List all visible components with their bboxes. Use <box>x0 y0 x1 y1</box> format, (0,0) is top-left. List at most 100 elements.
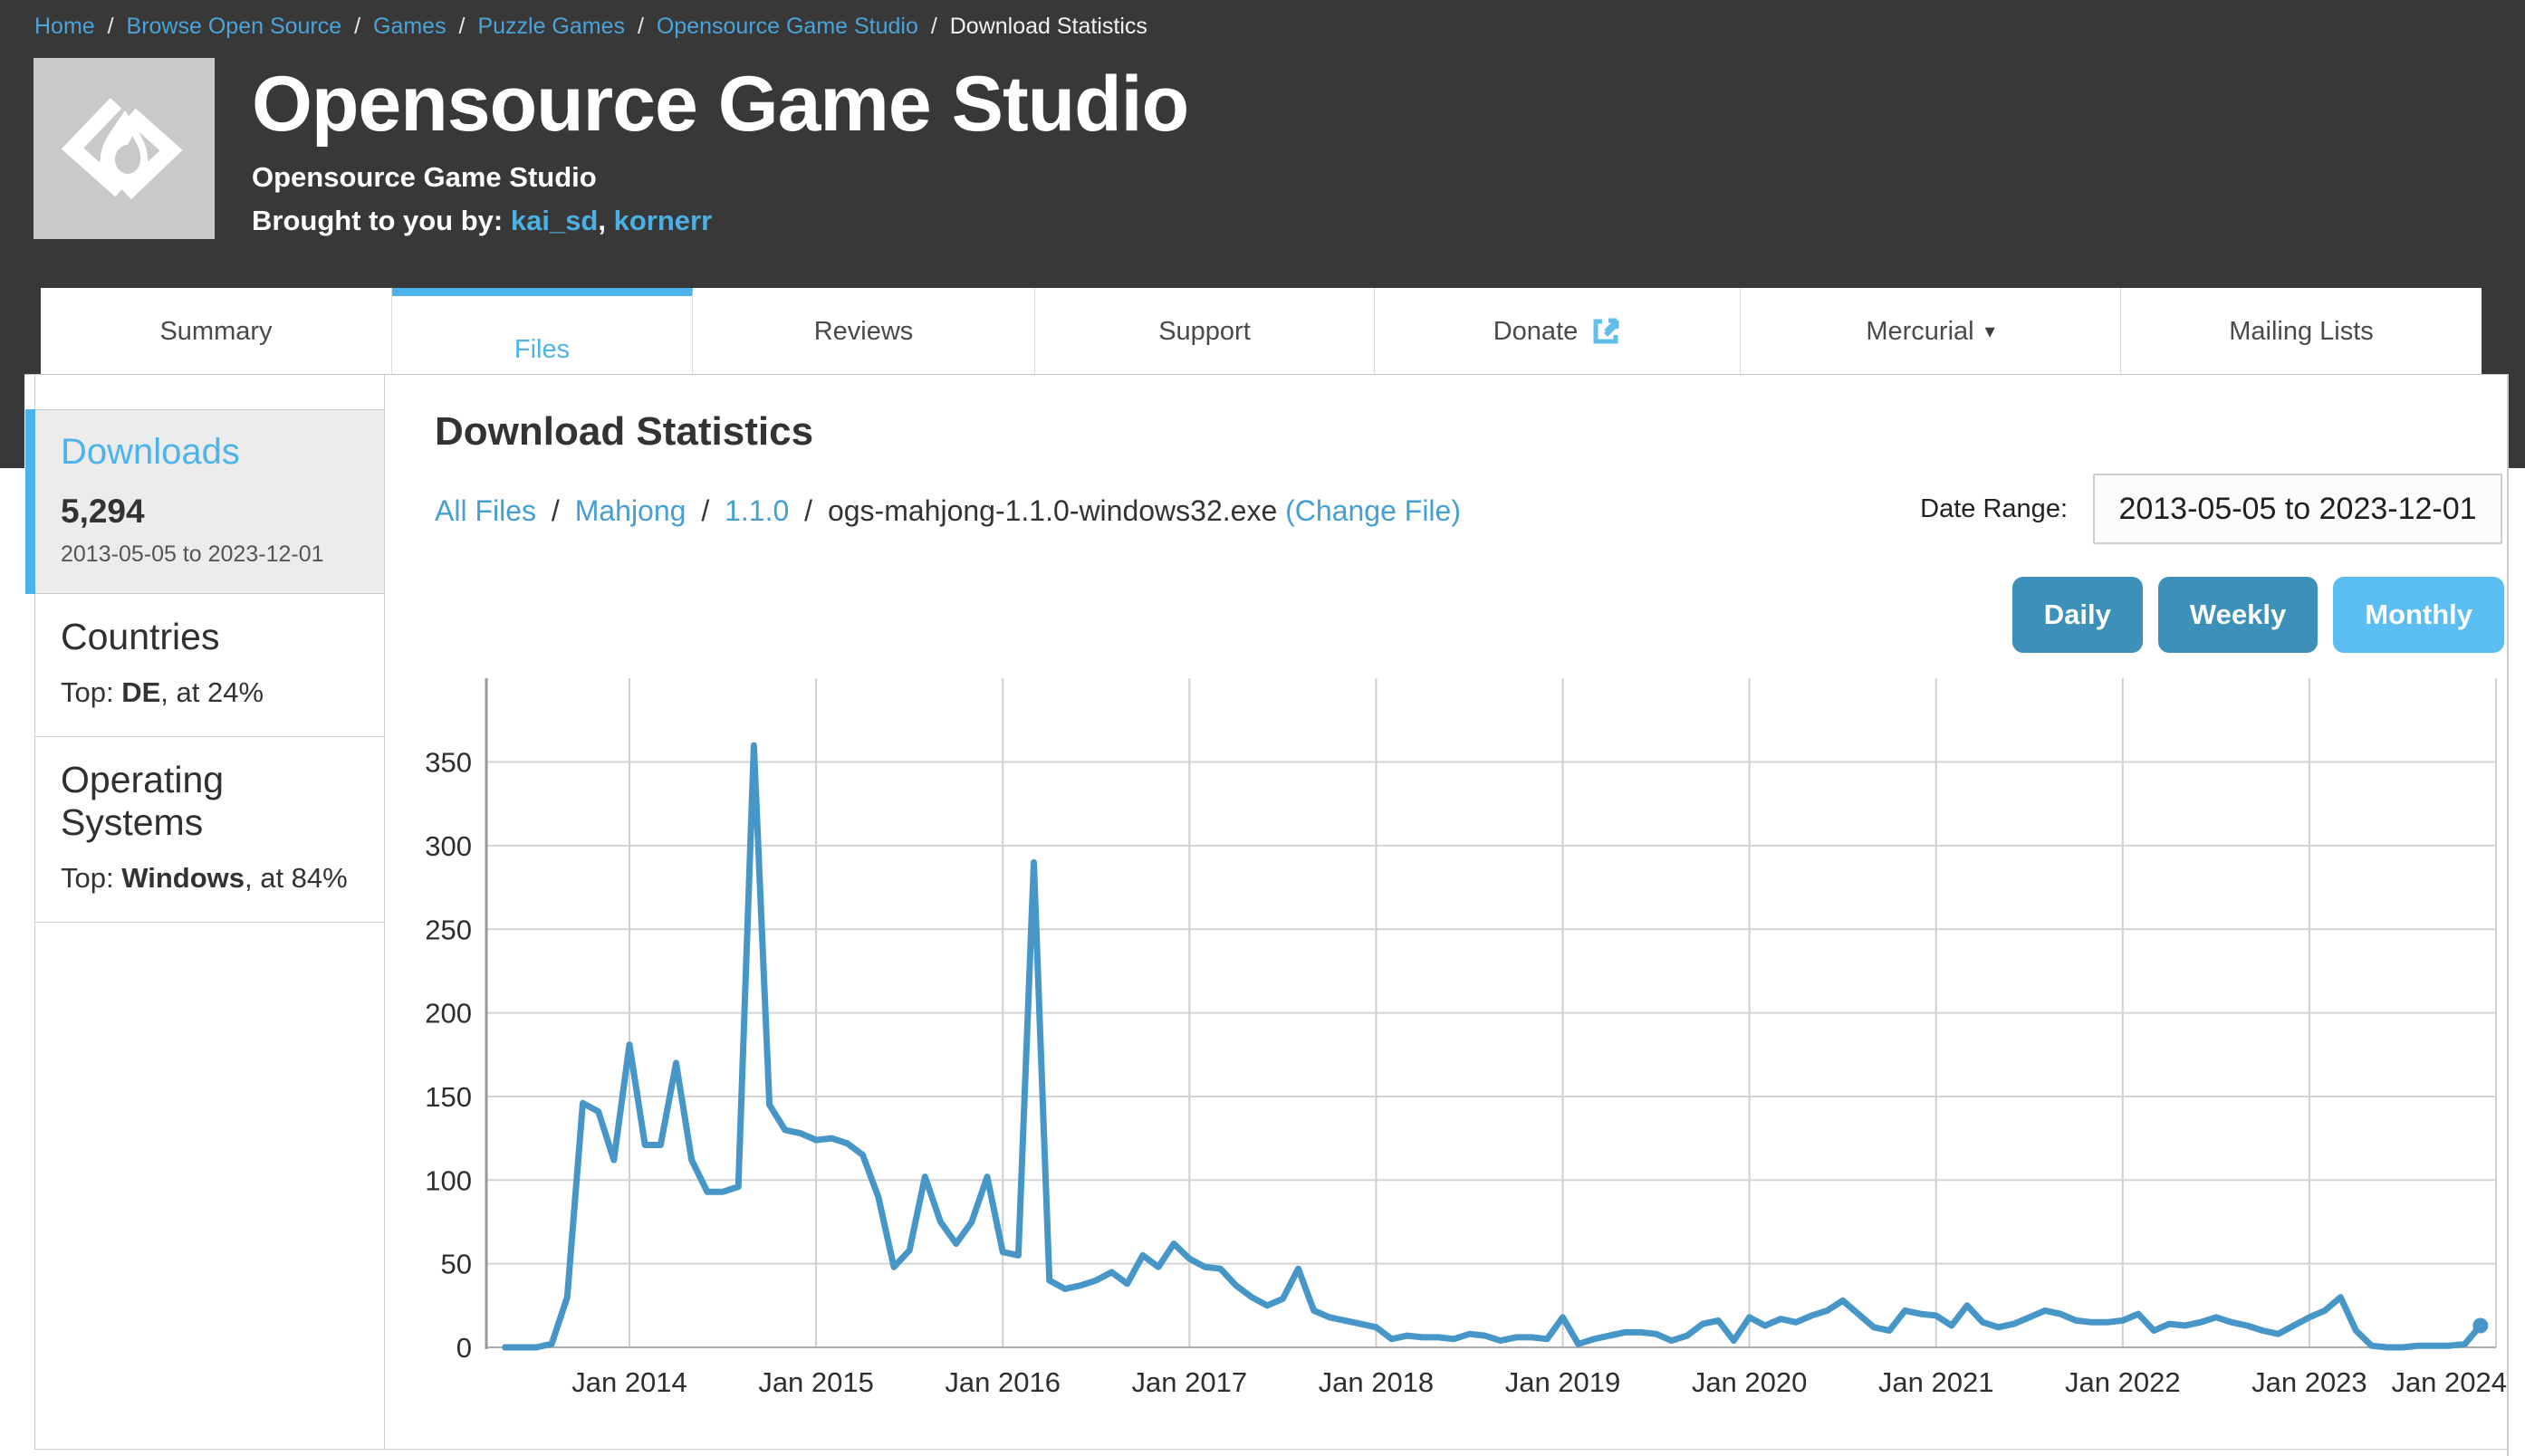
date-range-label: Date Range: <box>1920 494 2068 524</box>
svg-text:Jan 2019: Jan 2019 <box>1505 1366 1621 1398</box>
downloads-chart: 050100150200250300350Jan 2014Jan 2015Jan… <box>417 675 2509 1413</box>
external-link-icon <box>1590 316 1621 347</box>
y-axis-labels: 0 50 100 150 200 250 300 350 <box>425 747 472 1364</box>
tab-label: Mercurial <box>1866 317 1973 347</box>
tab-label: Donate <box>1493 317 1579 347</box>
svg-text:250: 250 <box>425 914 472 945</box>
period-buttons: DailyWeeklyMonthly <box>2012 577 2504 653</box>
date-range-input[interactable] <box>2093 474 2502 544</box>
stats-sidebar: Downloads 5,294 2013-05-05 to 2023-12-01… <box>34 375 385 1450</box>
svg-text:Jan 2014: Jan 2014 <box>571 1366 687 1398</box>
downloads-total: 5,294 <box>61 493 360 531</box>
project-nav-tabs: Summary Files Reviews Support Donate Mercuria… <box>41 288 2482 375</box>
file-path-current-file: ogs-mahjong-1.1.0-windows32.exe <box>828 494 1277 527</box>
file-path-link-all-files[interactable]: All Files <box>435 494 536 527</box>
file-path-separator: / <box>536 494 575 527</box>
daily-button[interactable]: Daily <box>2012 577 2143 653</box>
weekly-button[interactable]: Weekly <box>2158 577 2318 653</box>
tab-mercurial[interactable]: Mercurial ▾ <box>1741 288 2121 375</box>
tab-label: Reviews <box>814 317 914 347</box>
svg-text:Jan 2022: Jan 2022 <box>2065 1366 2181 1398</box>
tab-donate[interactable]: Donate <box>1375 288 1741 375</box>
os-top-value: Windows <box>121 862 245 894</box>
project-logo <box>34 58 215 239</box>
svg-text:350: 350 <box>425 747 472 779</box>
countries-top-suffix: , at 24% <box>160 676 264 708</box>
svg-text:150: 150 <box>425 1081 472 1113</box>
svg-text:Jan 2024: Jan 2024 <box>2391 1366 2507 1398</box>
breadcrumb-item-home[interactable]: Home <box>34 14 95 39</box>
svg-text:0: 0 <box>456 1332 472 1364</box>
svg-text:50: 50 <box>441 1249 472 1280</box>
svg-text:Jan 2015: Jan 2015 <box>758 1366 874 1398</box>
flame-brackets-logo-icon <box>34 58 215 239</box>
breadcrumb-separator: / <box>95 14 127 39</box>
sidebar-item-downloads[interactable]: Downloads 5,294 2013-05-05 to 2023-12-01 <box>35 409 384 594</box>
downloads-line-series <box>505 745 2481 1347</box>
sidebar-item-operating-systems[interactable]: Operating Systems Top: Windows, at 84% <box>35 737 384 923</box>
breadcrumb-item-puzzle-games[interactable]: Puzzle Games <box>477 14 625 39</box>
breadcrumb-separator: / <box>341 14 373 39</box>
svg-text:Jan 2020: Jan 2020 <box>1692 1366 1808 1398</box>
svg-text:300: 300 <box>425 830 472 862</box>
countries-label: Countries <box>61 616 360 658</box>
breadcrumb-separator: / <box>625 14 657 39</box>
author-separator: , <box>598 205 613 236</box>
x-axis-labels: Jan 2014 Jan 2015 Jan 2016 Jan 2017 Jan 2018… <box>571 1366 2507 1398</box>
svg-text:Jan 2017: Jan 2017 <box>1132 1366 1248 1398</box>
countries-top-prefix: Top: <box>61 676 121 708</box>
tab-label: Summary <box>159 317 272 347</box>
file-path-link-mahjong[interactable]: Mahjong <box>575 494 686 527</box>
tab-support[interactable]: Support <box>1035 288 1375 375</box>
svg-text:200: 200 <box>425 998 472 1030</box>
brought-to-you-by: Brought to you by: kai_sd, kornerr <box>252 205 712 237</box>
countries-top: Top: DE, at 24% <box>61 676 360 709</box>
breadcrumb-separator: / <box>918 14 950 39</box>
author-link-kai_sd[interactable]: kai_sd <box>511 205 599 236</box>
main-panel: Downloads 5,294 2013-05-05 to 2023-12-01… <box>24 374 2509 1456</box>
change-file-link[interactable]: (Change File) <box>1285 494 1461 527</box>
svg-text:Jan 2021: Jan 2021 <box>1878 1366 1994 1398</box>
svg-text:100: 100 <box>425 1164 472 1196</box>
last-data-point-dot <box>2472 1317 2488 1333</box>
tab-label: Mailing Lists <box>2229 317 2374 347</box>
os-label: Operating Systems <box>61 759 360 844</box>
tab-label: Files <box>514 335 570 365</box>
stats-heading: Download Statistics <box>435 409 813 455</box>
caret-down-icon: ▾ <box>1985 321 1995 341</box>
file-path-link-1-1-0[interactable]: 1.1.0 <box>725 494 789 527</box>
author-links: kai_sd, kornerr <box>511 205 712 236</box>
brought-prefix: Brought to you by: <box>252 205 503 236</box>
file-breadcrumb: All Files / Mahjong / 1.1.0 / ogs-mahjon… <box>435 494 1461 528</box>
author-link-kornerr[interactable]: kornerr <box>614 205 713 236</box>
downloads-date-range: 2013-05-05 to 2023-12-01 <box>61 541 360 568</box>
breadcrumb-item-opensource-game-studio[interactable]: Opensource Game Studio <box>657 14 918 39</box>
y-gridlines <box>486 762 2496 1347</box>
os-top-suffix: , at 84% <box>245 862 348 894</box>
downloads-line-group <box>505 745 2489 1347</box>
tab-mailing-lists[interactable]: Mailing Lists <box>2121 288 2482 375</box>
tab-summary[interactable]: Summary <box>41 288 392 375</box>
tab-label: Support <box>1158 317 1251 347</box>
downloads-label: Downloads <box>61 432 360 473</box>
sidebar-item-countries[interactable]: Countries Top: DE, at 24% <box>35 594 384 737</box>
countries-top-value: DE <box>121 676 160 708</box>
svg-text:Jan 2018: Jan 2018 <box>1319 1366 1435 1398</box>
breadcrumb-item-browse-open-source[interactable]: Browse Open Source <box>127 14 342 39</box>
panel-bottom-rule <box>34 1449 2507 1450</box>
breadcrumb-separator: / <box>446 14 478 39</box>
os-top: Top: Windows, at 84% <box>61 862 360 895</box>
monthly-button[interactable]: Monthly <box>2333 577 2504 653</box>
svg-text:Jan 2023: Jan 2023 <box>2251 1366 2367 1398</box>
file-path-separator: / <box>789 494 828 527</box>
tab-reviews[interactable]: Reviews <box>693 288 1035 375</box>
breadcrumb: Home / Browse Open Source / Games / Puzz… <box>34 11 1147 42</box>
breadcrumb-item-games[interactable]: Games <box>373 14 446 39</box>
date-range-control: Date Range: <box>1920 474 2502 544</box>
svg-text:Jan 2016: Jan 2016 <box>945 1366 1061 1398</box>
page-title: Opensource Game Studio <box>252 60 1188 149</box>
os-top-prefix: Top: <box>61 862 121 894</box>
project-subtitle: Opensource Game Studio <box>252 161 597 194</box>
downloads-line-chart: 050100150200250300350Jan 2014Jan 2015Jan… <box>417 675 2509 1413</box>
breadcrumb-item-download-statistics: Download Statistics <box>950 14 1147 39</box>
